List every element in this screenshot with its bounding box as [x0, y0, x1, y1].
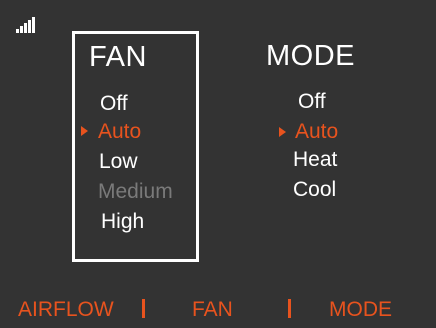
fan-option-low[interactable]: Low [99, 149, 138, 175]
mode-option-heat[interactable]: Heat [293, 147, 337, 173]
fan-panel: FAN Off Auto Low Medium High [72, 31, 199, 262]
mode-option-auto[interactable]: Auto [295, 119, 338, 145]
fan-selection-arrow-icon [81, 126, 88, 136]
mode-panel: MODE Off Auto Heat Cool [266, 31, 366, 256]
mode-selection-arrow-icon [279, 127, 286, 137]
footer-separator [142, 299, 145, 318]
fan-option-off[interactable]: Off [100, 91, 128, 117]
mode-option-cool[interactable]: Cool [293, 177, 336, 203]
fan-option-auto[interactable]: Auto [98, 119, 141, 145]
footer-fan-button[interactable]: FAN [192, 296, 233, 324]
footer-airflow-button[interactable]: AIRFLOW [18, 296, 114, 324]
mode-title: MODE [266, 40, 355, 72]
fan-option-high[interactable]: High [101, 209, 144, 235]
footer-nav: AIRFLOW FAN MODE [0, 296, 436, 324]
footer-mode-button[interactable]: MODE [329, 296, 392, 324]
signal-strength-icon [16, 17, 38, 33]
fan-title: FAN [89, 41, 147, 73]
fan-option-medium: Medium [98, 180, 173, 203]
mode-option-off[interactable]: Off [298, 89, 326, 115]
footer-separator [288, 299, 291, 318]
